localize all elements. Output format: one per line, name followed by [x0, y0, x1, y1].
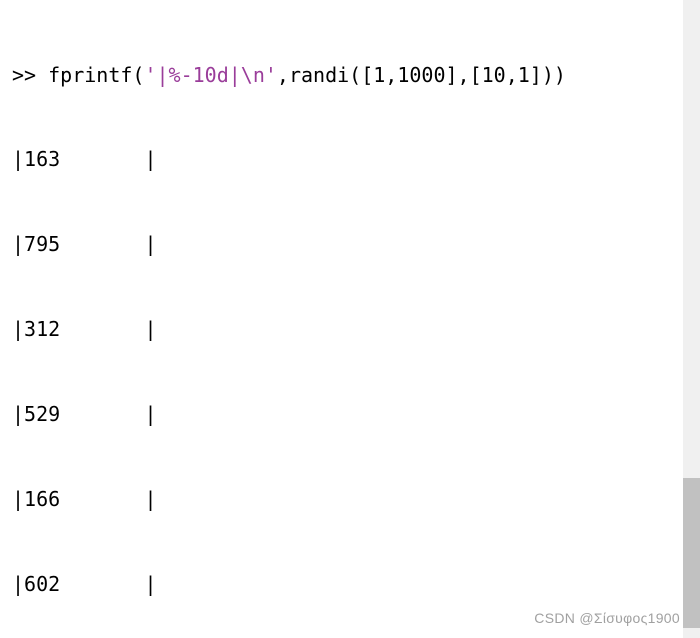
- command-window[interactable]: >> fprintf('|%-10d|\n',randi([1,1000],[1…: [0, 0, 700, 638]
- value: 602: [24, 572, 60, 596]
- output-row: |166 |: [12, 485, 700, 513]
- func-head: fprintf(: [48, 63, 144, 87]
- output-row: |529 |: [12, 400, 700, 428]
- value: 166: [24, 487, 60, 511]
- sep: ,: [277, 63, 289, 87]
- value: 795: [24, 232, 60, 256]
- scrollbar-thumb[interactable]: [683, 478, 700, 628]
- output-row: |795 |: [12, 230, 700, 258]
- format-string-1: '|%-10d|\n': [144, 63, 276, 87]
- output-row: |312 |: [12, 315, 700, 343]
- scrollbar-track[interactable]: [683, 0, 700, 638]
- value: 312: [24, 317, 60, 341]
- value: 529: [24, 402, 60, 426]
- command-line-1: >> fprintf('|%-10d|\n',randi([1,1000],[1…: [12, 61, 700, 89]
- call-tail-1: randi([1,1000],[10,1])): [289, 63, 566, 87]
- output-row: |602 |: [12, 570, 700, 598]
- output-row: |163 |: [12, 145, 700, 173]
- value: 163: [24, 147, 60, 171]
- watermark: CSDN @Σίσυφος1900: [534, 604, 680, 632]
- prompt: >>: [12, 63, 48, 87]
